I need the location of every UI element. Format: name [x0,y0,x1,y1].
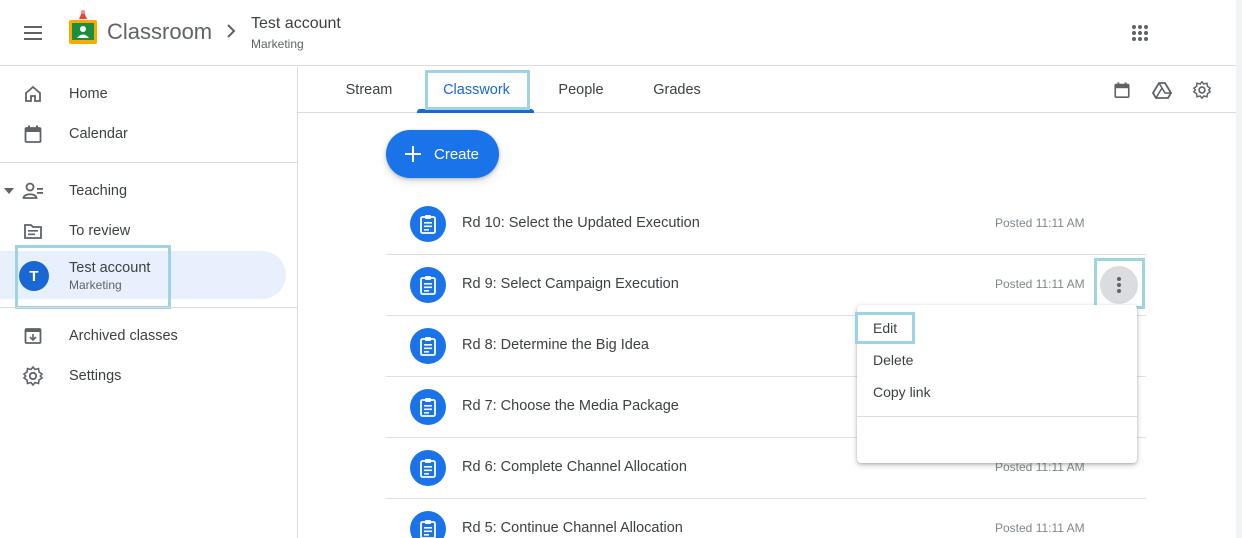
calendar-icon [22,123,44,145]
classroom-app: Classroom Test account Marketing Home Ca… [0,0,1242,538]
classroom-logo[interactable] [69,10,97,44]
assignment-icon [410,267,446,303]
home-icon [22,83,44,105]
top-app-bar: Classroom Test account Marketing [0,0,1236,66]
assignment-icon [410,206,446,242]
assignment-icon [410,389,446,425]
classwork-title: Rd 8: Determine the Big Idea [462,337,649,353]
sidebar-item-archived[interactable]: Archived classes [0,316,286,356]
more-vert-icon [1117,277,1121,293]
calendar-button[interactable] [1111,79,1133,101]
sidebar-item-label: Archived classes [69,328,178,344]
context-menu: Edit Delete Copy link [857,305,1137,463]
chevron-right-icon [227,24,236,38]
class-title: Test account [251,15,341,32]
menu-item-delete[interactable]: Delete [857,344,1137,376]
sidebar: Home Calendar Teaching To review T Test … [0,67,298,538]
sidebar-item-label: Home [69,86,108,102]
create-button-label: Create [434,145,480,163]
teaching-icon [22,180,44,202]
classwork-item[interactable]: Rd 5: Continue Channel Allocation Posted… [386,499,1146,538]
sidebar-class-name: Test account [69,260,151,276]
create-button[interactable]: Create [386,130,499,178]
tab-grades[interactable]: Grades [640,67,714,113]
avatar: T [19,261,49,291]
sidebar-item-label: Teaching [69,183,128,199]
sidebar-class-section: Marketing [69,278,122,292]
classwork-title: Rd 10: Select the Updated Execution [462,215,700,231]
sidebar-item-label: Calendar [69,126,128,142]
menu-divider [857,416,1137,417]
sidebar-item-calendar[interactable]: Calendar [0,114,286,154]
assignment-icon [410,511,446,538]
sidebar-item-teaching[interactable]: Teaching [0,171,286,211]
tab-stream[interactable]: Stream [330,67,408,113]
class-settings-button[interactable] [1191,79,1213,101]
drive-icon [1152,82,1172,99]
assignment-icon [410,328,446,364]
sidebar-item-settings[interactable]: Settings [0,356,286,396]
assignment-icon [410,450,446,486]
scrollbar-track[interactable] [1236,0,1242,538]
app-name[interactable]: Classroom [107,19,212,45]
calendar-icon [1114,82,1130,99]
sidebar-divider [0,307,297,308]
apps-grid-icon [1132,25,1148,41]
main-menu-button[interactable] [14,14,52,52]
class-breadcrumb[interactable]: Test account Marketing [251,15,341,51]
class-tabs: Stream Classwork People Grades [298,67,1236,113]
sidebar-item-home[interactable]: Home [0,74,286,114]
active-tab-indicator [417,109,534,113]
posted-time: Posted 11:11 AM [995,277,1085,291]
menu-icon [24,26,42,40]
posted-time: Posted 11:11 AM [995,216,1085,230]
tab-people[interactable]: People [546,67,616,113]
settings-icon [22,365,44,387]
sidebar-item-label: Settings [69,368,122,384]
sidebar-item-to-review[interactable]: To review [0,211,286,251]
menu-item-copy-link[interactable]: Copy link [857,376,1137,408]
classwork-title: Rd 6: Complete Channel Allocation [462,459,687,475]
tab-classwork[interactable]: Classwork [425,67,528,113]
sidebar-item-label: To review [69,223,131,239]
archive-icon [22,325,44,347]
settings-icon [1192,80,1212,100]
sidebar-item-class[interactable]: T Test account Marketing [0,251,286,299]
classwork-title: Rd 9: Select Campaign Execution [462,276,679,292]
classwork-title: Rd 7: Choose the Media Package [462,398,679,414]
plus-icon [405,146,421,162]
posted-time: Posted 11:11 AM [995,521,1085,535]
more-options-button[interactable] [1100,266,1138,304]
drive-folder-button[interactable] [1151,79,1173,101]
class-section: Marketing [251,37,304,51]
google-apps-button[interactable] [1127,20,1153,46]
classwork-item[interactable]: Rd 10: Select the Updated Execution Post… [386,194,1146,255]
to-review-icon [22,220,44,242]
menu-item-edit[interactable]: Edit [857,312,1137,344]
sidebar-divider [0,162,297,163]
classwork-title: Rd 5: Continue Channel Allocation [462,520,683,536]
